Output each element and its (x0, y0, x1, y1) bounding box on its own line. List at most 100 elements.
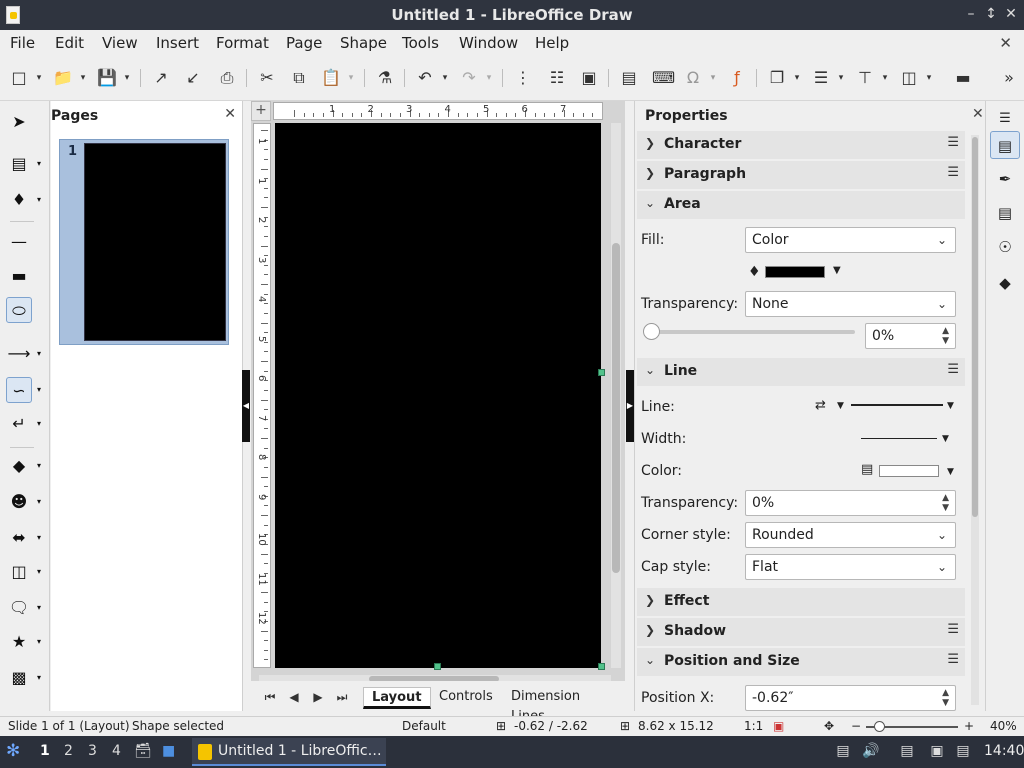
selected-shape[interactable] (275, 123, 601, 668)
ruler-corner[interactable]: + (251, 101, 271, 121)
rectangle-icon[interactable]: ▬ (6, 263, 32, 289)
undo-icon[interactable]: ↶ (414, 67, 436, 89)
special-character-icon[interactable]: Ω (682, 67, 704, 89)
redo-dropdown-icon[interactable]: ▾ (484, 67, 494, 89)
file-manager-icon[interactable]: 🗃 (134, 743, 152, 759)
next-tab-icon[interactable]: ▶ (309, 688, 327, 706)
insert-image-icon[interactable]: ▤ (618, 67, 640, 89)
toolbar-overflow-icon[interactable]: » (998, 67, 1020, 89)
flowchart-icon[interactable]: ◫ (6, 559, 32, 585)
clipboard-tray-icon[interactable]: ▤ (834, 742, 852, 760)
workspace-4[interactable]: 4 (112, 743, 121, 759)
tab-layout[interactable]: Layout (363, 687, 431, 709)
menu-format[interactable]: Format (216, 34, 269, 52)
close-pages-pane-icon[interactable]: ✕ (224, 106, 236, 122)
horizontal-ruler[interactable]: 1 2 3 4 5 6 7 (273, 102, 603, 120)
undo-dropdown-icon[interactable]: ▾ (440, 67, 450, 89)
close-sidebar-icon[interactable]: ✕ (972, 106, 984, 122)
arrow-style-dropdown-icon[interactable]: ▼ (837, 401, 844, 411)
resize-handle-bottom[interactable] (434, 663, 441, 670)
resize-handle-bottom-right[interactable] (598, 663, 605, 670)
canvas-vertical-scroll-thumb[interactable] (612, 243, 620, 573)
line-width-dropdown-icon[interactable]: ▼ (942, 434, 949, 444)
symbol-shapes-icon[interactable]: ☻ (6, 489, 32, 515)
fill-type-select[interactable]: Color ⌄ (745, 227, 956, 253)
print-icon[interactable]: ⎙ (216, 67, 238, 89)
clone-formatting-icon[interactable]: ⚗ (374, 67, 396, 89)
zoom-out-icon[interactable]: − (851, 719, 861, 733)
resize-handle-right[interactable] (598, 369, 605, 376)
first-tab-icon[interactable]: ⏮ (261, 688, 279, 706)
more-options-icon[interactable]: ☰ (947, 165, 959, 180)
align-icon[interactable]: ☰ (810, 67, 832, 89)
line-arrow-dropdown-icon[interactable]: ▾ (34, 341, 44, 367)
grid-icon[interactable]: ⋮ (512, 67, 534, 89)
page-thumbnail[interactable] (84, 143, 226, 341)
connector-icon[interactable]: ↵ (6, 411, 32, 437)
increment-icon[interactable]: ▲ (942, 688, 949, 698)
stars-dropdown-icon[interactable]: ▾ (34, 629, 44, 655)
properties-scrollbar[interactable] (971, 135, 979, 705)
more-options-icon[interactable]: ☰ (947, 622, 959, 637)
arrange-dropdown-icon[interactable]: ▾ (880, 67, 890, 89)
styles-deck-icon[interactable]: ✒ (990, 165, 1020, 193)
zoom-page-icon[interactable]: ▣ (578, 67, 600, 89)
copy-icon[interactable]: ⧉ (288, 67, 310, 89)
zoom-slider-knob[interactable] (874, 721, 885, 732)
block-arrows-icon[interactable]: ⬌ (6, 525, 32, 551)
special-character-dropdown-icon[interactable]: ▾ (708, 67, 718, 89)
line-color-dropdown-icon[interactable]: ▾ (34, 151, 44, 177)
minimize-icon[interactable]: – (962, 4, 980, 24)
workspace-3[interactable]: 3 (88, 743, 97, 759)
display-tray-icon[interactable]: ▣ (928, 742, 946, 760)
navigator-deck-icon[interactable]: ☉ (990, 233, 1020, 261)
gallery-deck-icon[interactable]: ▤ (990, 199, 1020, 227)
status-master-page[interactable]: Default (402, 719, 446, 733)
more-options-icon[interactable]: ☰ (947, 362, 959, 377)
save-dropdown-icon[interactable]: ▾ (122, 67, 132, 89)
section-area[interactable]: ⌄ Area (637, 191, 965, 219)
menu-shape[interactable]: Shape (340, 34, 387, 52)
basic-shapes-icon[interactable]: ◆ (6, 453, 32, 479)
menu-window[interactable]: Window (459, 34, 518, 52)
canvas-vertical-scrollbar[interactable] (611, 123, 621, 668)
decrement-icon[interactable]: ▼ (942, 503, 949, 513)
fill-color-swatch[interactable] (765, 266, 825, 278)
section-position-size[interactable]: ⌄ Position and Size ☰ (637, 648, 965, 676)
fill-color-dropdown-icon[interactable]: ▼ (833, 265, 841, 276)
redo-icon[interactable]: ↷ (458, 67, 480, 89)
transparency-slider-knob[interactable] (643, 323, 660, 340)
decrement-icon[interactable]: ▼ (942, 698, 949, 708)
align-dropdown-icon[interactable]: ▾ (836, 67, 846, 89)
section-line[interactable]: ⌄ Line ☰ (637, 358, 965, 386)
line-color-swatch[interactable] (879, 465, 939, 477)
previous-tab-icon[interactable]: ◀ (285, 688, 303, 706)
menu-insert[interactable]: Insert (156, 34, 199, 52)
stars-icon[interactable]: ★ (6, 629, 32, 655)
new-dropdown-icon[interactable]: ▾ (34, 67, 44, 89)
fontwork-icon[interactable]: ƒ (726, 67, 748, 89)
menu-file[interactable]: File (10, 34, 35, 52)
open-dropdown-icon[interactable]: ▾ (78, 67, 88, 89)
cap-style-select[interactable]: Flat ⌄ (745, 554, 956, 580)
symbol-shapes-dropdown-icon[interactable]: ▾ (34, 489, 44, 515)
collapse-sidebar-handle[interactable]: ▶ (626, 370, 634, 442)
menu-edit[interactable]: Edit (55, 34, 84, 52)
drawing-page[interactable] (275, 123, 601, 668)
menu-help[interactable]: Help (535, 34, 569, 52)
paste-dropdown-icon[interactable]: ▾ (346, 67, 356, 89)
area-transparency-select[interactable]: None ⌄ (745, 291, 956, 317)
line-color-icon[interactable]: ▤ (6, 151, 32, 177)
transformations-dropdown-icon[interactable]: ▾ (792, 67, 802, 89)
flowchart-dropdown-icon[interactable]: ▾ (34, 559, 44, 585)
page-thumbnail-selected[interactable]: 1 (59, 139, 229, 345)
line-transparency-spin[interactable]: 0% ▲ ▼ (745, 490, 956, 516)
shapes-deck-icon[interactable]: ◆ (990, 269, 1020, 297)
fill-color-dropdown-icon[interactable]: ▾ (34, 187, 44, 213)
transparency-slider-track[interactable] (645, 330, 855, 334)
collapse-pages-pane-handle[interactable]: ◀ (242, 370, 250, 442)
vertical-ruler[interactable]: 1 1 2 3 4 5 6 7 8 9 10 11 12 (253, 123, 271, 668)
3d-objects-icon[interactable]: ▩ (6, 665, 32, 691)
sidebar-menu-icon[interactable]: ☰ (990, 105, 1020, 133)
status-zoom[interactable]: 40% (990, 719, 1017, 733)
